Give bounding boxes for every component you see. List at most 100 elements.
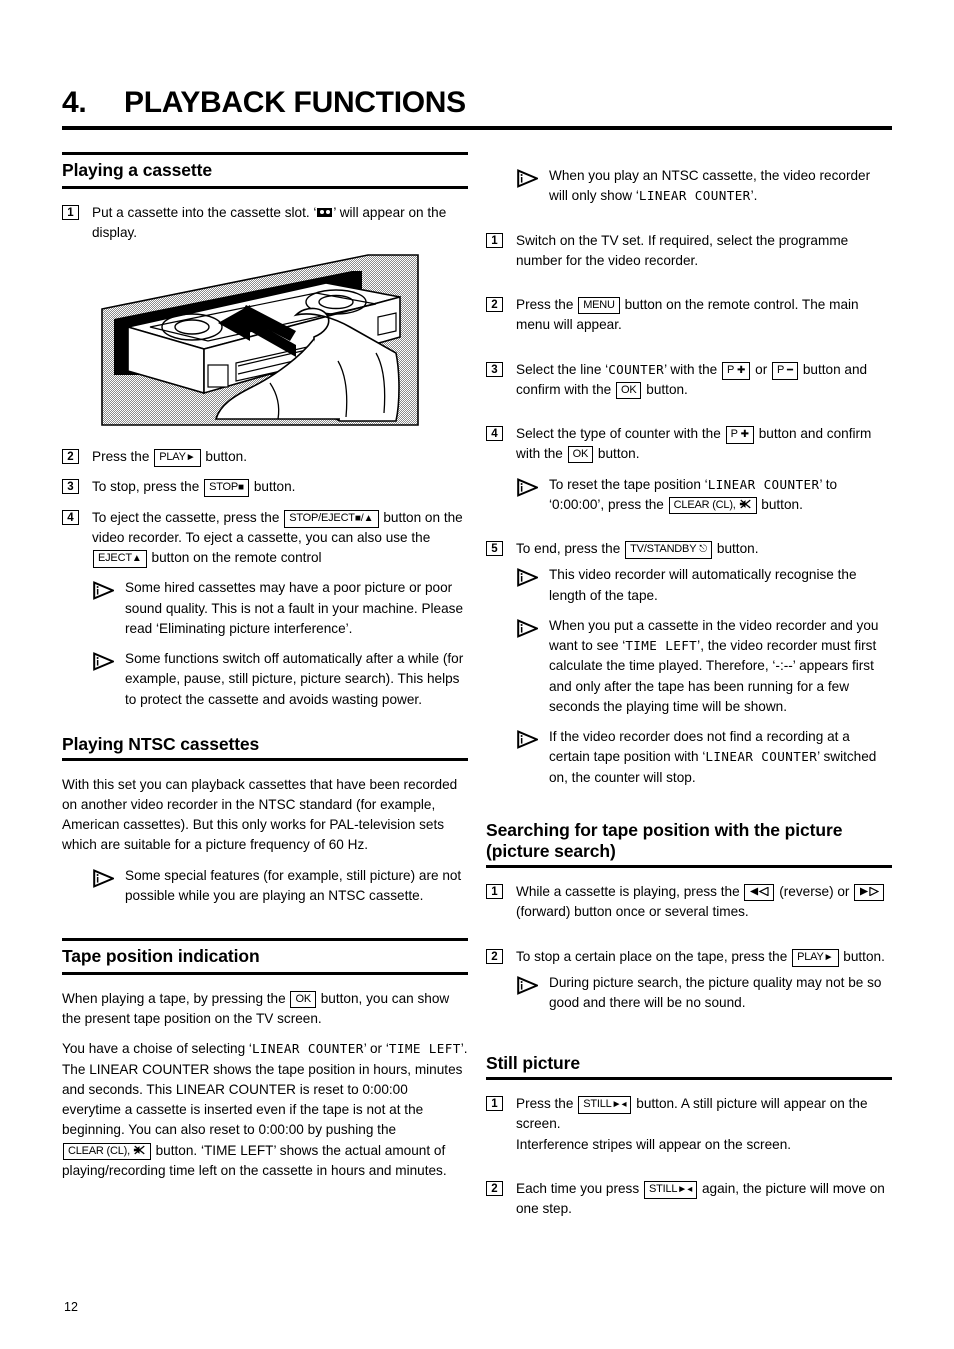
step-number: 4 [62, 509, 79, 525]
step-text-part: To end, press the [516, 541, 621, 556]
clear-key[interactable]: CLEAR (CL), [668, 496, 757, 514]
step-text-part: button. [253, 479, 296, 495]
step-text-part: ’ with the [664, 361, 718, 377]
key-label: MENU [583, 299, 615, 311]
key-label: STOP [209, 481, 239, 494]
section-heading: Searching for tape position with the pic… [486, 820, 892, 869]
info-triangle-icon [516, 975, 540, 995]
eject-key[interactable]: EJECT▲ [93, 550, 147, 569]
key-label: STOP/EJECT [289, 511, 355, 524]
stop-key[interactable]: STOP■ [204, 479, 250, 498]
still-step-icon: ►◂ [611, 1099, 627, 1111]
note-item: Some functions switch off automatically … [92, 649, 468, 710]
section-paragraph: You have a choise of selecting ‘LINEAR C… [62, 1039, 468, 1181]
menu-key[interactable]: MENU [578, 297, 620, 314]
play-key[interactable]: PLAY► [792, 948, 839, 967]
step-number: 2 [486, 1180, 503, 1196]
step-text-part: button. [205, 449, 247, 465]
step-item: 2 Press the MENU button on the remote co… [486, 295, 892, 336]
key-label: TV/STANDBY [630, 543, 697, 555]
section-picture-search: Searching for tape position with the pic… [486, 820, 892, 1014]
display-text: LINEAR COUNTER [707, 476, 820, 492]
note-item: If the video recorder does not find a re… [516, 727, 892, 788]
info-triangle-icon [516, 568, 540, 588]
rewind-icon [749, 886, 770, 898]
key-label: P [727, 363, 735, 376]
still-key[interactable]: STILL►◂ [578, 1096, 632, 1115]
section-rule-top [62, 938, 468, 942]
info-triangle-icon [92, 868, 116, 888]
note-item: Some special features (for example, stil… [92, 866, 468, 907]
key-label: PLAY [797, 950, 824, 963]
note-text: When you put a cassette in the video rec… [549, 616, 892, 717]
reverse-search-key[interactable] [744, 884, 775, 902]
plus-icon: ✚ [740, 429, 749, 440]
note-item: When you play an NTSC cassette, the vide… [516, 166, 892, 207]
info-triangle-icon [92, 652, 116, 672]
note-item: When you put a cassette in the video rec… [516, 616, 892, 717]
ok-key[interactable]: OK [290, 990, 316, 1008]
key-label: STILL [583, 1098, 612, 1111]
step-item: 5 To end, press the TV/STANDBY ⎋ button. [486, 539, 892, 559]
section-tape-position-indication: Tape position indication When playing a … [62, 938, 468, 1181]
key-label: P [730, 428, 738, 440]
clear-key[interactable]: CLEAR (CL), [63, 1142, 151, 1160]
chapter-number: 4. [62, 86, 87, 119]
key-label: PLAY [159, 451, 186, 464]
key-label: OK [620, 383, 637, 396]
display-text: LINEAR COUNTER [705, 749, 818, 765]
ok-key[interactable]: OK [615, 381, 642, 399]
step-item: 1 Put a cassette into the cassette slot.… [62, 203, 468, 244]
step-number: 5 [486, 541, 503, 556]
step-text-part: To stop a certain place on the tape, pre… [516, 948, 788, 964]
stop-eject-key[interactable]: STOP/EJECT■/▲ [284, 509, 379, 528]
step-text-part: Put a cassette into the cassette slot. ‘ [92, 204, 317, 220]
forward-search-key[interactable] [854, 884, 885, 902]
section-rule-bottom [62, 185, 468, 189]
note-item: Some hired cassettes may have a poor pic… [92, 578, 468, 639]
key-label: CLEAR (CL), [68, 1144, 130, 1157]
mute-icon [133, 1145, 146, 1157]
note-text-part: ’. [750, 188, 758, 204]
display-text: COUNTER [608, 361, 665, 377]
plus-icon: ✚ [737, 364, 746, 376]
left-column: Playing a cassette 1 Put a cassette into… [62, 152, 468, 1191]
step-text: To eject the cassette, press the STOP/EJ… [92, 508, 468, 569]
note-text: Some hired cassettes may have a poor pic… [125, 580, 464, 636]
document-page: 4. PLAYBACK FUNCTIONS Playing a cassette… [0, 0, 954, 1349]
step-text-part: button. [646, 381, 688, 397]
step-text: Press the STILL►◂ button. A still pictur… [516, 1094, 892, 1155]
step-text: Press the PLAY► button. [92, 447, 468, 468]
note-text: During picture search, the picture quali… [549, 974, 882, 1011]
note-text: This video recorder will automatically r… [549, 567, 857, 603]
step-text-part: Press the [516, 297, 574, 312]
p-minus-key[interactable]: P ━ [772, 361, 799, 380]
step-text-part: Select the line ‘ [516, 361, 609, 377]
step-number: 3 [486, 361, 503, 377]
section-heading: Playing a cassette [62, 160, 212, 180]
step-number: 2 [62, 449, 79, 465]
step-text-part: button. [597, 446, 640, 462]
section-heading-line: (picture search) [486, 841, 616, 862]
info-triangle-icon [516, 477, 540, 497]
ok-key[interactable]: OK [567, 446, 594, 464]
step-text: While a cassette is playing, press the (… [516, 882, 892, 923]
step-item: 2 Press the PLAY► button. [62, 447, 468, 468]
step-number: 2 [486, 297, 503, 312]
p-plus-key[interactable]: P ✚ [722, 361, 751, 380]
play-triangle-icon: ► [823, 951, 834, 963]
tv-standby-key[interactable]: TV/STANDBY ⎋ [625, 541, 713, 559]
note-item: This video recorder will automatically r… [516, 565, 892, 606]
play-key[interactable]: PLAY► [154, 449, 201, 468]
step-number: 3 [62, 479, 79, 495]
cassette-icon [317, 207, 333, 217]
step-number: 4 [486, 426, 503, 441]
display-text: TIME LEFT [388, 1041, 461, 1057]
step-text-part: Press the [516, 1096, 574, 1112]
step-text: Press the MENU button on the remote cont… [516, 295, 892, 336]
info-triangle-icon [516, 730, 540, 749]
step-item: 2 Each time you press STILL►◂ again, the… [486, 1179, 892, 1220]
still-key[interactable]: STILL►◂ [643, 1180, 698, 1199]
p-plus-key[interactable]: P ✚ [725, 426, 754, 444]
step-text-part: button on the remote control [151, 550, 322, 566]
